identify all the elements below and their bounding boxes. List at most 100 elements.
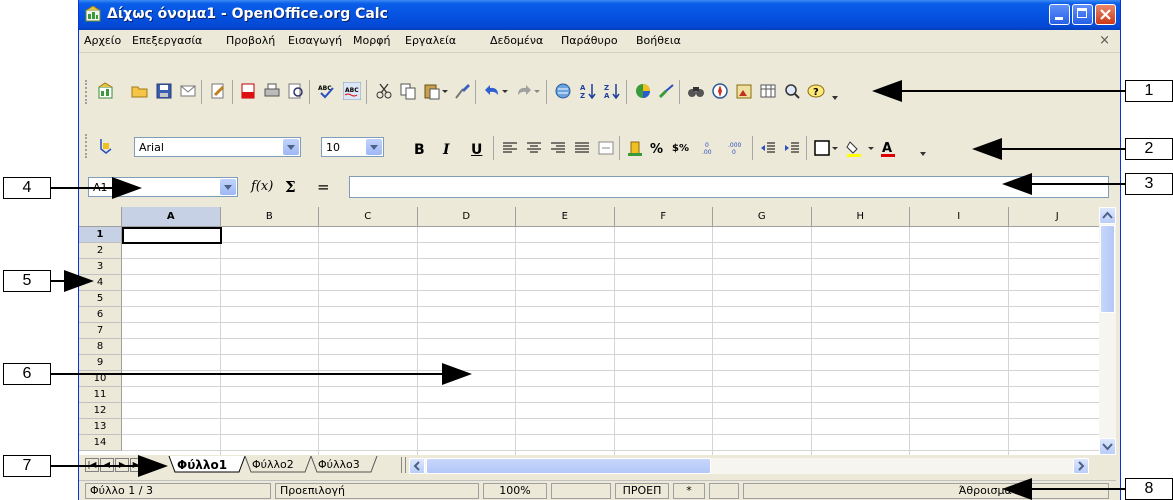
row-header-13[interactable]: 13 — [79, 419, 122, 435]
row-header-14[interactable]: 14 — [79, 435, 122, 451]
copy-icon[interactable] — [399, 82, 417, 100]
column-header-g[interactable]: G — [713, 207, 812, 227]
status-sheet-indicator[interactable]: Φύλλο 1 / 3 — [85, 483, 271, 499]
status-insert-mode[interactable]: ΠΡΟΕΠ — [615, 483, 669, 499]
row-header-5[interactable]: 5 — [79, 291, 122, 307]
delete-decimal-icon[interactable]: .0000 — [727, 139, 745, 157]
sort-descending-icon[interactable]: Z A — [603, 82, 621, 100]
page-preview-icon[interactable] — [287, 82, 305, 100]
redo-dropdown-icon[interactable] — [533, 86, 541, 96]
status-zoom[interactable]: 100% — [483, 483, 547, 499]
column-header-j[interactable]: J — [1008, 207, 1099, 227]
function-equals-button[interactable]: = — [317, 178, 330, 196]
close-button[interactable] — [1095, 4, 1116, 25]
scroll-up-button[interactable] — [1099, 207, 1116, 224]
maximize-button[interactable] — [1072, 4, 1093, 25]
status-sum[interactable]: Άθροισμα=0 — [743, 483, 1109, 499]
tab-scroll-splitter[interactable] — [401, 457, 406, 473]
background-color-icon[interactable] — [845, 139, 863, 157]
find-replace-icon[interactable] — [687, 82, 705, 100]
formula-input[interactable] — [349, 176, 1109, 198]
data-sources-icon[interactable] — [759, 82, 777, 100]
menu-data[interactable]: Δεδομένα — [490, 34, 543, 47]
column-header-i[interactable]: I — [910, 207, 1009, 227]
italic-button[interactable]: I — [443, 142, 450, 158]
undo-dropdown-icon[interactable] — [501, 86, 509, 96]
undo-icon[interactable] — [483, 82, 501, 100]
menu-window[interactable]: Παράθυρο — [561, 34, 618, 47]
column-header-h[interactable]: H — [811, 207, 910, 227]
font-color-icon[interactable]: A — [879, 139, 897, 157]
font-size-combobox[interactable]: 10 — [321, 137, 384, 157]
menu-view[interactable]: Προβολή — [226, 34, 275, 47]
select-all-corner[interactable] — [79, 207, 122, 227]
sum-button[interactable]: Σ — [285, 178, 296, 196]
horizontal-scroll-thumb[interactable] — [426, 458, 711, 474]
name-box-dropdown-icon[interactable] — [220, 179, 236, 195]
justify-icon[interactable] — [573, 139, 591, 157]
print-icon[interactable] — [263, 82, 281, 100]
hyperlink-icon[interactable] — [554, 82, 572, 100]
paste-icon[interactable] — [423, 82, 441, 100]
column-header-f[interactable]: F — [614, 207, 713, 227]
row-header-11[interactable]: 11 — [79, 387, 122, 403]
column-header-e[interactable]: E — [516, 207, 615, 227]
title-bar[interactable]: Δίχως όνομα1 - OpenOffice.org Calc — [79, 0, 1120, 30]
vertical-scroll-thumb[interactable] — [1100, 225, 1115, 313]
navigator-icon[interactable] — [711, 82, 729, 100]
borders-dropdown-icon[interactable] — [831, 143, 839, 153]
sheet-tab-1[interactable]: Φύλλο1 — [177, 458, 227, 476]
bold-button[interactable]: B — [414, 142, 425, 158]
add-decimal-icon[interactable]: 0.00 — [701, 139, 719, 157]
sheet-tab-2[interactable]: Φύλλο2 — [252, 458, 294, 476]
menu-tools[interactable]: Εργαλεία — [405, 34, 456, 47]
format-toolbar-overflow-icon[interactable] — [919, 150, 927, 158]
redo-icon[interactable] — [515, 82, 533, 100]
chart-icon[interactable] — [634, 82, 652, 100]
status-signature[interactable] — [709, 483, 739, 499]
zoom-icon[interactable] — [783, 82, 801, 100]
font-name-dropdown-icon[interactable] — [283, 139, 299, 155]
align-left-icon[interactable] — [501, 139, 519, 157]
active-cell-cursor[interactable] — [122, 227, 222, 244]
merge-cells-icon[interactable] — [597, 139, 615, 157]
row-header-7[interactable]: 7 — [79, 323, 122, 339]
function-wizard-button[interactable]: f(x) — [251, 179, 273, 194]
format-toolbar-grip[interactable] — [85, 134, 91, 158]
borders-icon[interactable] — [813, 139, 831, 157]
font-size-dropdown-icon[interactable] — [366, 139, 382, 155]
vertical-scrollbar[interactable] — [1099, 207, 1116, 455]
gallery-icon[interactable] — [735, 82, 753, 100]
spreadsheet-grid[interactable]: ABCDEFGHIJ 1 2 3 4 5 6 7 8 9 10 11 12 13 14 — [79, 207, 1099, 455]
format-paintbrush-icon[interactable] — [453, 82, 471, 100]
sort-ascending-icon[interactable]: A Z — [579, 82, 597, 100]
new-document-icon[interactable] — [97, 82, 115, 100]
spellcheck-icon[interactable]: ABC — [317, 82, 335, 100]
background-color-dropdown-icon[interactable] — [867, 143, 875, 153]
menu-format[interactable]: Μορφή — [353, 34, 390, 47]
increase-indent-icon[interactable] — [783, 139, 801, 157]
font-name-combobox[interactable]: Arial — [134, 137, 301, 157]
scroll-left-button[interactable] — [409, 458, 425, 474]
close-document-button[interactable]: × — [1099, 33, 1110, 48]
currency-format-icon[interactable] — [626, 139, 644, 157]
menu-edit[interactable]: Επεξεργασία — [132, 34, 202, 47]
toolbar-grip[interactable] — [85, 80, 91, 104]
status-page-style[interactable]: Προεπιλογή — [275, 483, 479, 499]
save-icon[interactable] — [155, 82, 173, 100]
autospellcheck-icon[interactable]: ABC — [343, 82, 361, 100]
column-header-d[interactable]: D — [417, 207, 516, 227]
align-center-icon[interactable] — [525, 139, 543, 157]
decrease-indent-icon[interactable] — [759, 139, 777, 157]
toolbar-overflow-icon[interactable] — [831, 94, 839, 102]
cut-icon[interactable] — [375, 82, 393, 100]
horizontal-scrollbar[interactable] — [409, 458, 1089, 474]
row-header-6[interactable]: 6 — [79, 307, 122, 323]
edit-file-icon[interactable] — [209, 82, 227, 100]
row-header-2[interactable]: 2 — [79, 243, 122, 259]
export-pdf-icon[interactable] — [239, 82, 257, 100]
column-header-a[interactable]: A — [122, 207, 221, 227]
percent-format-button[interactable]: % — [650, 142, 663, 157]
scroll-down-button[interactable] — [1099, 438, 1116, 455]
row-header-1[interactable]: 1 — [79, 227, 122, 243]
